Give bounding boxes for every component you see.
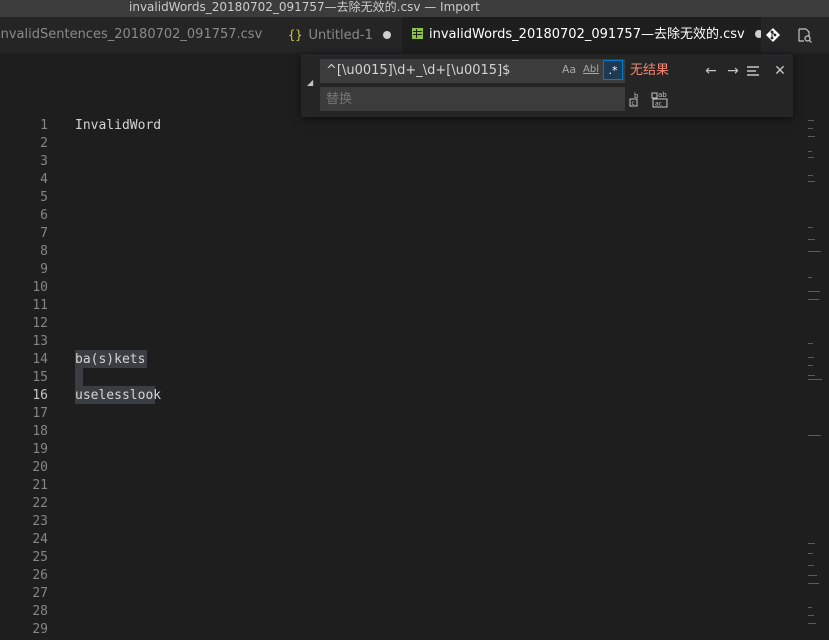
line-number: 6 <box>40 208 48 223</box>
replace-one-icon[interactable]: b c <box>629 91 643 107</box>
line-number: 8 <box>40 244 48 259</box>
line-number: 25 <box>32 550 48 565</box>
find-replace-widget: ◢ ^[\u0015]\d+_\d+[\u0015]$ Aa Abl .* 无结… <box>301 54 793 117</box>
open-preview-icon[interactable] <box>797 27 813 43</box>
code-line[interactable]: 24 <box>0 531 800 549</box>
code-line[interactable]: 23 <box>0 513 800 531</box>
line-text[interactable]: ba(s)kets <box>75 351 145 369</box>
line-number: 19 <box>32 442 48 457</box>
svg-text:ab: ab <box>658 91 667 99</box>
code-line[interactable]: 20 <box>0 459 800 477</box>
line-number: 29 <box>32 622 48 637</box>
line-number: 3 <box>40 154 48 169</box>
code-line[interactable]: 19 <box>0 441 800 459</box>
line-number: 15 <box>32 370 48 385</box>
tab-invalid-sentences[interactable]: invalidSentences_20180702_091757.csv <box>0 17 272 53</box>
code-line[interactable]: 7 <box>0 225 800 243</box>
git-compare-icon[interactable] <box>765 27 781 43</box>
code-line[interactable]: 12 <box>0 315 800 333</box>
tab-label: invalidSentences_20180702_091757.csv <box>0 27 263 42</box>
replace-all-icon[interactable]: ab ac <box>651 90 669 108</box>
line-number: 16 <box>32 388 48 403</box>
line-number: 10 <box>32 280 48 295</box>
match-whole-word-button[interactable]: Abl <box>581 60 601 80</box>
code-line[interactable]: 6 <box>0 207 800 225</box>
code-line[interactable]: 8 <box>0 243 800 261</box>
line-number: 7 <box>40 226 48 241</box>
code-line[interactable]: 5 <box>0 189 800 207</box>
line-number: 18 <box>32 424 48 439</box>
json-braces-icon: {} <box>288 28 303 42</box>
tab-label: invalidWords_20180702_091757—去除无效的.csv <box>429 27 745 42</box>
unsaved-dot-icon[interactable] <box>382 30 391 39</box>
code-line[interactable]: 14 ba(s)kets <box>0 351 800 369</box>
line-number: 2 <box>40 136 48 151</box>
code-line[interactable]: 4 <box>0 171 800 189</box>
find-result-status: 无结果 <box>630 63 670 78</box>
previous-match-arrow-icon[interactable]: ← <box>700 59 722 83</box>
next-match-arrow-icon[interactable]: → <box>722 59 744 83</box>
code-line[interactable]: 22 <box>0 495 800 513</box>
code-line[interactable]: 26 <box>0 567 800 585</box>
code-line[interactable]: 28 <box>0 603 800 621</box>
line-number: 23 <box>32 514 48 529</box>
line-number: 21 <box>32 478 48 493</box>
line-number: 4 <box>40 172 48 187</box>
code-line[interactable]: 29 <box>0 621 800 639</box>
code-line[interactable]: 13 <box>0 333 800 351</box>
line-text[interactable]: InvalidWord <box>75 117 161 135</box>
line-number: 12 <box>32 316 48 331</box>
svg-text:ac: ac <box>655 101 662 108</box>
code-line[interactable]: 15 <box>0 369 800 387</box>
replace-input[interactable] <box>320 87 625 111</box>
line-number: 17 <box>32 406 48 421</box>
code-line[interactable]: 11 <box>0 297 800 315</box>
line-number: 27 <box>32 586 48 601</box>
code-line[interactable]: 18 <box>0 423 800 441</box>
window-title: invalidWords_20180702_091757—去除无效的.csv —… <box>129 0 480 14</box>
code-line[interactable]: 21 <box>0 477 800 495</box>
line-text[interactable]: uselesslook <box>75 387 161 405</box>
line-number: 5 <box>40 190 48 205</box>
code-line[interactable]: 1 InvalidWord <box>0 117 800 135</box>
match-case-button[interactable]: Aa <box>559 60 579 80</box>
csv-icon <box>412 28 423 39</box>
use-regex-button[interactable]: .* <box>603 60 623 80</box>
svg-text:c: c <box>632 100 635 107</box>
line-number: 28 <box>32 604 48 619</box>
title-bar: invalidWords_20180702_091757—去除无效的.csv —… <box>0 0 829 17</box>
line-number: 11 <box>32 298 48 313</box>
line-number: 1 <box>40 118 48 133</box>
code-line[interactable]: 2 <box>0 135 800 153</box>
minimap[interactable] <box>800 53 829 640</box>
line-number: 20 <box>32 460 48 475</box>
find-in-selection-icon[interactable] <box>745 63 761 79</box>
code-line[interactable]: 9 <box>0 261 800 279</box>
code-line[interactable]: 16 uselesslook <box>0 387 800 405</box>
code-line[interactable]: 27 <box>0 585 800 603</box>
tab-invalid-words[interactable]: invalidWords_20180702_091757—去除无效的.csv <box>402 17 770 53</box>
line-number: 13 <box>32 334 48 349</box>
toggle-replace-chevron-icon[interactable]: ◢ <box>307 78 313 87</box>
tab-bar: invalidSentences_20180702_091757.csv {} U… <box>0 17 829 53</box>
code-line[interactable]: 25 <box>0 549 800 567</box>
tab-untitled-1[interactable]: {} Untitled-1 <box>278 17 401 53</box>
code-line[interactable]: 17 <box>0 405 800 423</box>
line-number: 24 <box>32 532 48 547</box>
line-number: 14 <box>32 352 48 367</box>
code-line[interactable]: 10 <box>0 279 800 297</box>
tab-label: Untitled-1 <box>308 28 373 43</box>
editor-area[interactable]: 1 InvalidWord 2 3 4 5 6 7 8 9 10 11 12 13 14 ba(s)kets 1… <box>0 53 800 640</box>
line-number: 22 <box>32 496 48 511</box>
find-input[interactable]: ^[\u0015]\d+_\d+[\u0015]$ <box>320 59 625 83</box>
line-number: 26 <box>32 568 48 583</box>
line-number: 9 <box>40 262 48 277</box>
code-line[interactable]: 3 <box>0 153 800 171</box>
editor-actions <box>761 17 829 53</box>
close-find-icon[interactable]: ✕ <box>769 59 791 83</box>
